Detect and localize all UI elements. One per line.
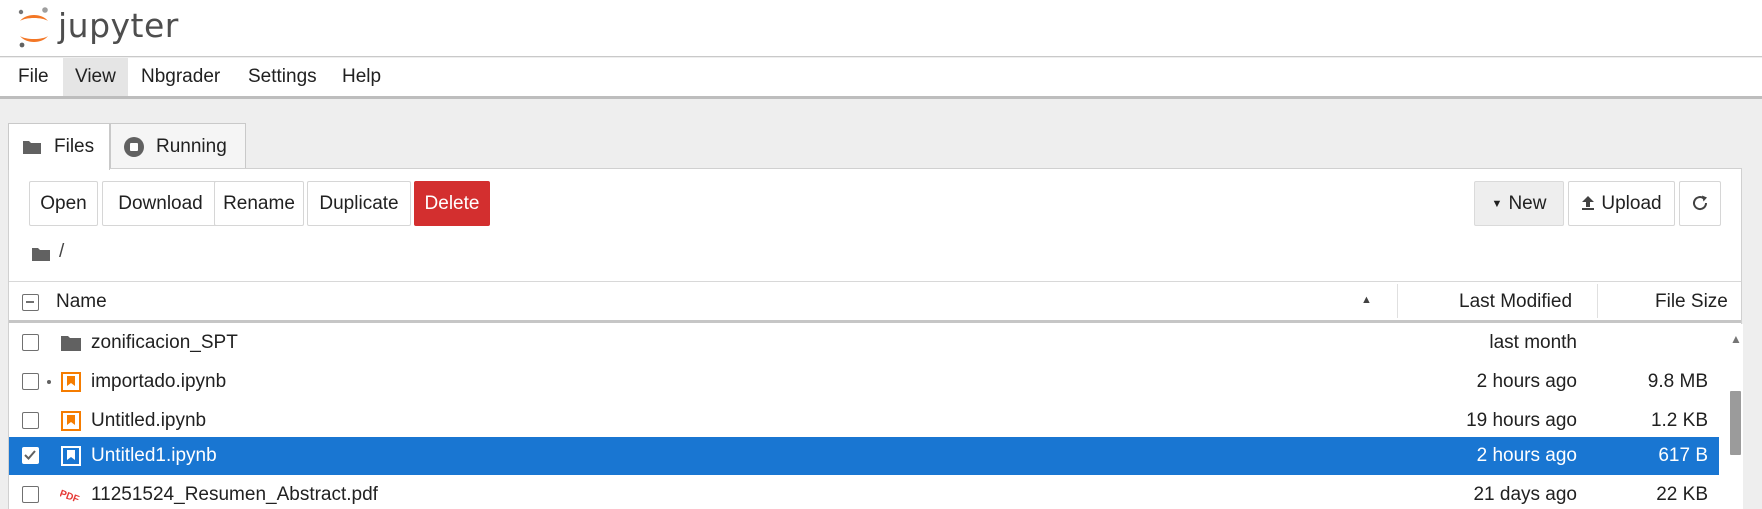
notebook-icon — [61, 446, 81, 466]
tab-files[interactable]: Files — [8, 123, 110, 170]
top-bar: jupyter — [0, 0, 1762, 57]
upload-icon — [1582, 196, 1595, 210]
row-checkbox[interactable] — [22, 373, 39, 390]
refresh-icon — [1693, 195, 1708, 211]
list-item[interactable]: Untitled1.ipynb 2 hours ago 617 B — [9, 437, 1719, 475]
caret-down-icon: ▼ — [1491, 198, 1503, 210]
file-name[interactable]: zonificacion_SPT — [91, 332, 238, 354]
menu-view[interactable]: View — [63, 58, 128, 96]
tab-running[interactable]: Running — [110, 123, 246, 169]
file-modified: 2 hours ago — [1476, 445, 1577, 466]
open-button[interactable]: Open — [29, 181, 98, 226]
refresh-button[interactable] — [1679, 181, 1721, 226]
file-modified: last month — [1489, 332, 1577, 353]
select-all-checkbox[interactable] — [22, 294, 39, 311]
upload-button-label: Upload — [1601, 193, 1662, 214]
delete-button[interactable]: Delete — [414, 181, 490, 226]
file-list-header: Name ▲ Last Modified File Size — [9, 281, 1741, 323]
svg-text:PDF: PDF — [60, 488, 80, 505]
breadcrumb-path[interactable]: / — [59, 241, 64, 263]
file-modified: 2 hours ago — [1476, 371, 1577, 392]
row-checkbox[interactable] — [22, 334, 39, 351]
scroll-up-arrow-icon[interactable]: ▲ — [1730, 332, 1742, 346]
file-name[interactable]: importado.ipynb — [91, 371, 226, 393]
file-name[interactable]: Untitled.ipynb — [91, 410, 206, 432]
folder-icon[interactable] — [31, 246, 51, 262]
folder-icon — [61, 336, 81, 351]
menu-nbgrader[interactable]: Nbgrader — [129, 58, 232, 96]
file-size: 1.2 KB — [1650, 410, 1708, 431]
file-modified: 21 days ago — [1473, 484, 1577, 505]
duplicate-button[interactable]: Duplicate — [307, 181, 411, 226]
menu-settings[interactable]: Settings — [236, 58, 329, 96]
file-name[interactable]: 11251524_Resumen_Abstract.pdf — [91, 484, 378, 506]
list-item[interactable]: PDF 11251524_Resumen_Abstract.pdf 21 day… — [9, 476, 1719, 509]
row-checkbox[interactable] — [22, 412, 39, 429]
row-checkbox-checked[interactable] — [22, 447, 39, 464]
list-item[interactable]: importado.ipynb 2 hours ago 9.8 MB — [9, 363, 1719, 401]
notebook-icon — [61, 411, 81, 431]
list-item[interactable]: zonificacion_SPT last month — [9, 324, 1719, 362]
row-checkbox[interactable] — [22, 486, 39, 503]
file-name[interactable]: Untitled1.ipynb — [91, 445, 217, 467]
upload-button[interactable]: Upload — [1568, 181, 1675, 226]
sort-ascending-icon[interactable]: ▲ — [1361, 294, 1372, 306]
tab-running-label: Running — [156, 136, 227, 157]
checkmark-icon — [24, 450, 36, 460]
list-item[interactable]: Untitled.ipynb 19 hours ago 1.2 KB — [9, 402, 1719, 440]
file-size: 617 B — [1658, 445, 1708, 466]
new-button-label: New — [1508, 193, 1547, 214]
running-indicator — [47, 380, 51, 384]
download-button[interactable]: Download — [102, 181, 219, 226]
stop-circle-icon — [124, 137, 144, 157]
pdf-icon: PDF — [60, 488, 80, 505]
menu-help[interactable]: Help — [330, 58, 393, 96]
header-file-size[interactable]: File Size — [1655, 291, 1728, 313]
menu-file[interactable]: File — [6, 58, 61, 96]
file-modified: 19 hours ago — [1466, 410, 1577, 431]
rename-button[interactable]: Rename — [214, 181, 304, 226]
notebook-icon — [61, 372, 81, 392]
new-dropdown-button[interactable]: ▼ New — [1474, 181, 1564, 226]
file-size: 9.8 MB — [1647, 371, 1708, 392]
app-title: jupyter — [58, 6, 179, 45]
header-name[interactable]: Name — [56, 291, 107, 313]
menu-bar: File View Nbgrader Settings Help — [0, 58, 1762, 99]
folder-icon — [23, 141, 41, 154]
scrollbar-thumb[interactable] — [1730, 391, 1741, 455]
header-last-modified[interactable]: Last Modified — [1459, 291, 1572, 313]
jupyter-logo-icon[interactable] — [18, 6, 52, 50]
file-size: 22 KB — [1656, 484, 1708, 505]
tab-files-label: Files — [54, 136, 95, 157]
vertical-scrollbar[interactable]: ▲ — [1729, 324, 1743, 509]
file-browser-panel: Open Download Rename Duplicate Delete ▼ N… — [8, 168, 1743, 509]
